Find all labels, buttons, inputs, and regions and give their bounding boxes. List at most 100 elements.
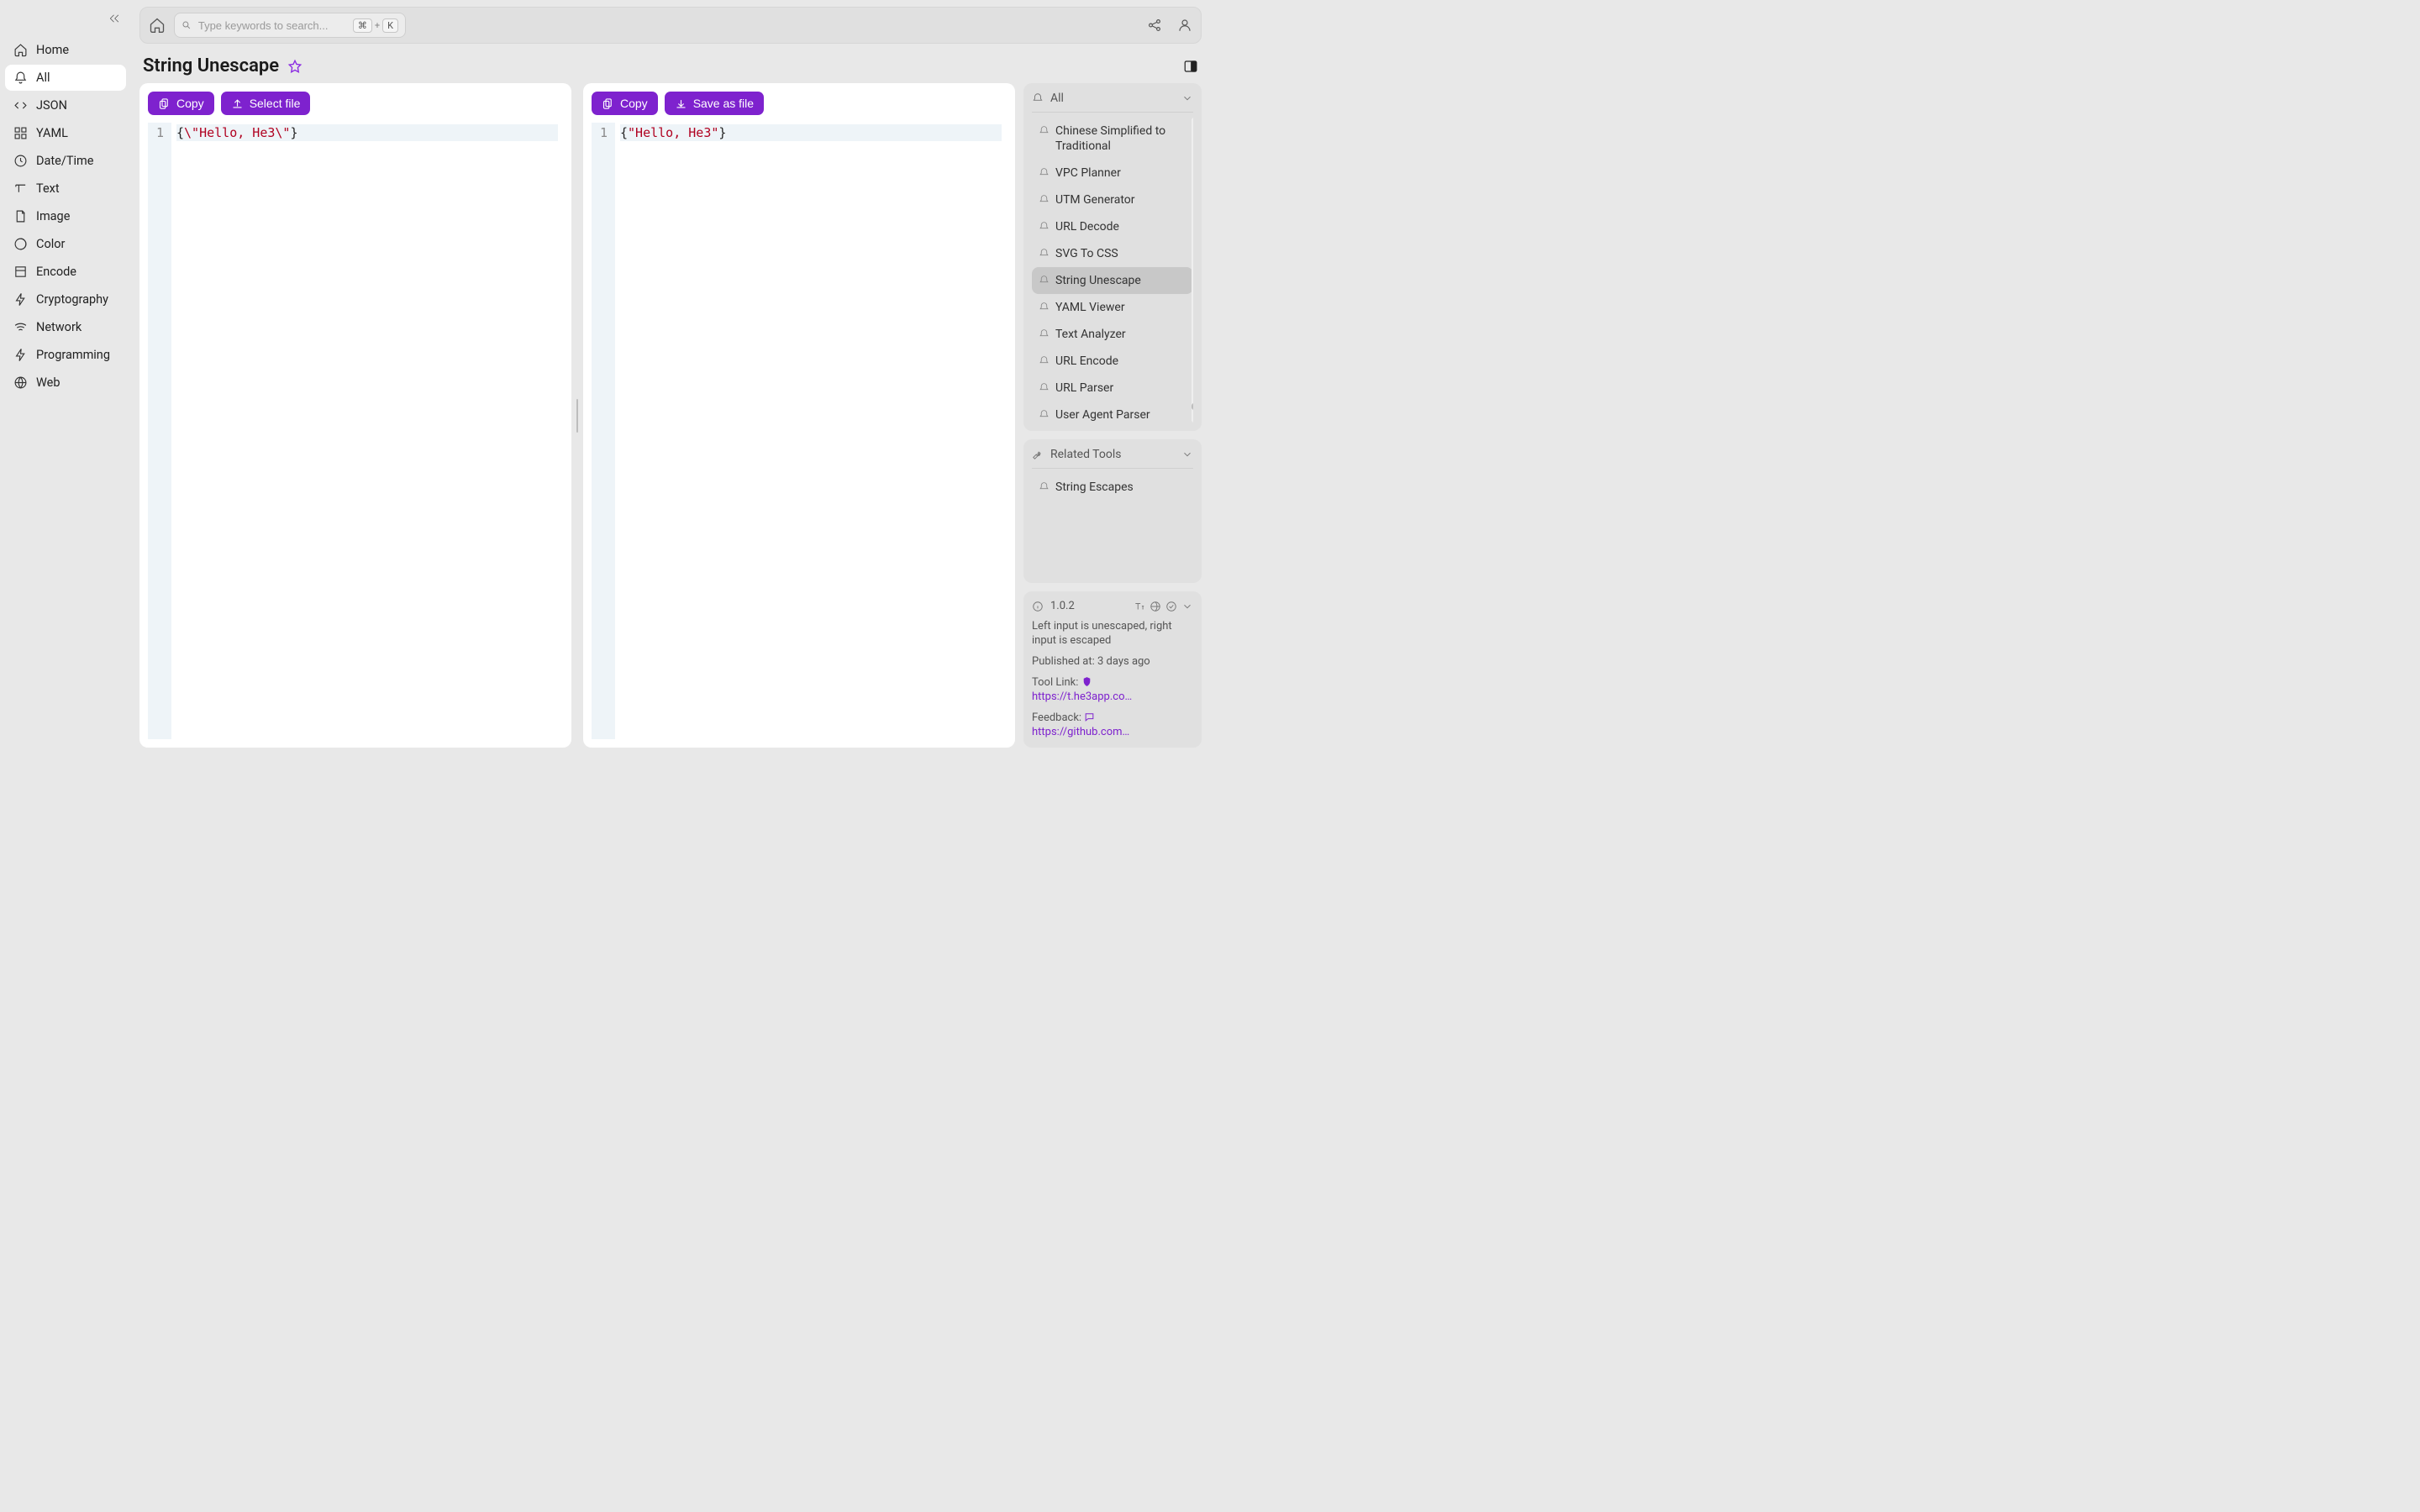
all-tools-body: Chinese Simplified to Traditional VPC Pl… — [1032, 118, 1193, 423]
code-line[interactable]: {\"Hello, He3\"} — [176, 124, 558, 141]
tool-item[interactable]: URL Encode — [1032, 348, 1193, 375]
sidebar-item-web[interactable]: Web — [5, 370, 126, 396]
sidebar-item-network[interactable]: Network — [5, 314, 126, 340]
tool-item[interactable]: User Agent Parser — [1032, 402, 1193, 423]
line-number: 1 — [148, 124, 164, 141]
sidebar-item-color[interactable]: Color — [5, 231, 126, 257]
sidebar-item-image[interactable]: Image — [5, 203, 126, 229]
tool-item[interactable]: YAML Viewer — [1032, 294, 1193, 321]
tool-item[interactable]: Text Analyzer — [1032, 321, 1193, 348]
bell-icon — [1039, 275, 1050, 286]
sidebar-item-label: Image — [36, 209, 70, 223]
related-tools-panel: Related Tools String Escapes — [1023, 439, 1202, 583]
input-code-area[interactable]: 1 {\"Hello, He3\"} — [148, 122, 563, 739]
editor-splitter[interactable] — [571, 83, 583, 748]
toggle-right-panel-icon[interactable] — [1183, 59, 1198, 74]
sidebar-item-label: Web — [36, 375, 60, 390]
bell-icon — [1032, 92, 1044, 104]
tool-link[interactable]: https://t.he3app.co… — [1032, 690, 1132, 704]
info-panel: 1.0.2 Left input is unescaped, right inp… — [1023, 591, 1202, 748]
content-row: Copy Select file 1 {\"Hello, He3\"} — [139, 83, 1202, 748]
sidebar-item-label: Cryptography — [36, 292, 108, 307]
sidebar-item-encode[interactable]: Encode — [5, 259, 126, 285]
user-icon[interactable] — [1177, 18, 1192, 33]
sidebar-item-programming[interactable]: Programming — [5, 342, 126, 368]
tool-label: Chinese Simplified to Traditional — [1055, 123, 1186, 154]
bell-icon — [1039, 355, 1050, 366]
tool-item[interactable]: URL Parser — [1032, 375, 1193, 402]
search-input[interactable] — [198, 19, 346, 32]
share-icon[interactable] — [1147, 18, 1162, 33]
home-button-icon[interactable] — [149, 17, 166, 34]
input-code-lines[interactable]: {\"Hello, He3\"} — [171, 123, 563, 739]
version-text: 1.0.2 — [1050, 600, 1075, 612]
info-icon — [1032, 601, 1044, 612]
sidebar-item-home[interactable]: Home — [5, 37, 126, 63]
check-circle-icon[interactable] — [1165, 601, 1177, 612]
save-as-file-button[interactable]: Save as file — [665, 92, 764, 115]
copy-input-button[interactable]: Copy — [148, 92, 214, 115]
tool-item[interactable]: String Escapes — [1032, 474, 1193, 501]
bell-icon — [1039, 302, 1050, 312]
sidebar-item-yaml[interactable]: YAML — [5, 120, 126, 146]
bell-icon — [1039, 167, 1050, 178]
collapse-sidebar-icon[interactable] — [108, 12, 121, 25]
box-icon — [13, 265, 28, 279]
tool-label: URL Decode — [1055, 219, 1119, 234]
chevron-down-icon[interactable] — [1181, 601, 1193, 612]
tool-label: SVG To CSS — [1055, 246, 1118, 261]
page-title: String Unescape — [143, 55, 279, 76]
button-label: Save as file — [693, 97, 754, 110]
info-published: Published at: 3 days ago — [1032, 654, 1193, 669]
button-label: Select file — [250, 97, 301, 110]
scrollbar-thumb[interactable] — [1192, 403, 1193, 410]
sidebar-item-label: Programming — [36, 348, 110, 362]
sidebar-item-cryptography[interactable]: Cryptography — [5, 286, 126, 312]
sidebar-item-label: Home — [36, 43, 69, 57]
search-box[interactable]: ⌘ + K — [174, 13, 406, 38]
input-editor: Copy Select file 1 {\"Hello, He3\"} — [139, 83, 571, 748]
globe-icon[interactable] — [1150, 601, 1161, 612]
search-icon — [182, 19, 192, 31]
sidebar-item-text[interactable]: Text — [5, 176, 126, 202]
info-description: Left input is unescaped, right input is … — [1032, 619, 1193, 648]
tool-item[interactable]: UTM Generator — [1032, 186, 1193, 213]
sidebar-item-all[interactable]: All — [5, 65, 126, 91]
all-tools-header[interactable]: All — [1032, 92, 1193, 113]
sidebar-item-json[interactable]: JSON — [5, 92, 126, 118]
type-icon[interactable] — [1134, 601, 1145, 612]
chevron-down-icon[interactable] — [1181, 92, 1193, 104]
sidebar-item-label: JSON — [36, 98, 67, 113]
sidebar-item-label: Text — [36, 181, 60, 196]
feedback-link[interactable]: https://github.com/… — [1032, 725, 1133, 739]
sidebar-item-label: Date/Time — [36, 154, 93, 168]
tool-item[interactable]: Chinese Simplified to Traditional — [1032, 118, 1193, 160]
output-toolbar: Copy Save as file — [592, 92, 1007, 122]
scrollbar-rail[interactable] — [1192, 118, 1193, 423]
chevron-down-icon[interactable] — [1181, 449, 1193, 460]
tool-item[interactable]: String Unescape — [1032, 267, 1193, 294]
panel-title: All — [1050, 92, 1064, 105]
output-gutter: 1 — [592, 123, 615, 739]
copy-output-button[interactable]: Copy — [592, 92, 658, 115]
output-code-lines[interactable]: {"Hello, He3"} — [615, 123, 1007, 739]
sidebar-nav: Home All JSON YAML Date/Time Text Image — [0, 32, 131, 401]
bell-icon — [1039, 382, 1050, 393]
bolt-icon — [13, 292, 28, 307]
type-icon — [13, 181, 28, 196]
tool-item[interactable]: URL Decode — [1032, 213, 1193, 240]
tool-item[interactable]: SVG To CSS — [1032, 240, 1193, 267]
sidebar-item-datetime[interactable]: Date/Time — [5, 148, 126, 174]
home-icon — [13, 43, 28, 57]
select-file-button[interactable]: Select file — [221, 92, 311, 115]
code-line[interactable]: {"Hello, He3"} — [620, 124, 1002, 141]
sidebar-item-label: Network — [36, 320, 82, 334]
tool-item[interactable]: VPC Planner — [1032, 160, 1193, 186]
main: ⌘ + K String Unescape Copy — [131, 0, 1210, 756]
all-tools-panel: All Chinese Simplified to Traditional VP… — [1023, 83, 1202, 431]
favorite-star-icon[interactable] — [287, 59, 302, 74]
related-tools-header[interactable]: Related Tools — [1032, 448, 1193, 469]
grid-icon — [13, 126, 28, 140]
wrench-icon — [1032, 449, 1044, 460]
output-code-area[interactable]: 1 {"Hello, He3"} — [592, 122, 1007, 739]
